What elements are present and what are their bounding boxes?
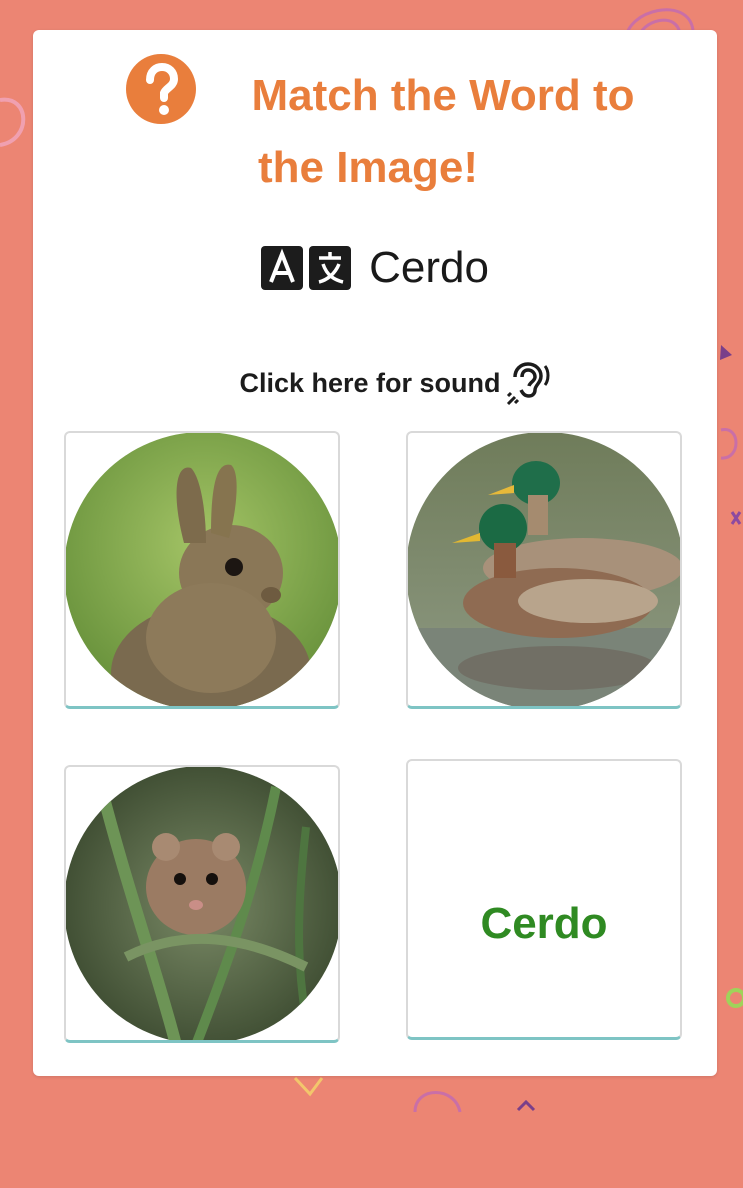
translate-icon (261, 246, 352, 290)
ducks-image (408, 433, 680, 706)
answer-tile-rabbit[interactable] (64, 431, 340, 709)
target-word-row: Cerdo (33, 238, 717, 298)
play-sound-button[interactable]: Click here for sound (33, 358, 717, 408)
title-line-2: the Image! (257, 143, 479, 192)
hearing-icon (506, 362, 550, 406)
background-doodle-right (720, 345, 742, 525)
target-word: Cerdo (369, 243, 489, 292)
sound-label: Click here for sound (239, 367, 501, 398)
answer-tile-ducks[interactable] (406, 431, 682, 709)
title-line-1: Match the Word to (251, 71, 635, 120)
quiz-card: Match the Word to the Image! Cerdo Click… (33, 30, 717, 1076)
answer-tile-mouse[interactable] (64, 765, 340, 1043)
question-circle-icon[interactable] (126, 54, 196, 124)
mouse-image (66, 767, 338, 1040)
background-doodle-green (726, 988, 743, 1008)
answer-word: Cerdo (480, 899, 608, 948)
rabbit-image (66, 433, 338, 706)
background-doodle-bottom (293, 1076, 536, 1113)
page-title: Match the Word to the Image! (203, 60, 683, 204)
answer-tile-word[interactable]: Cerdo (406, 759, 682, 1040)
background-doodle-left (0, 97, 26, 147)
